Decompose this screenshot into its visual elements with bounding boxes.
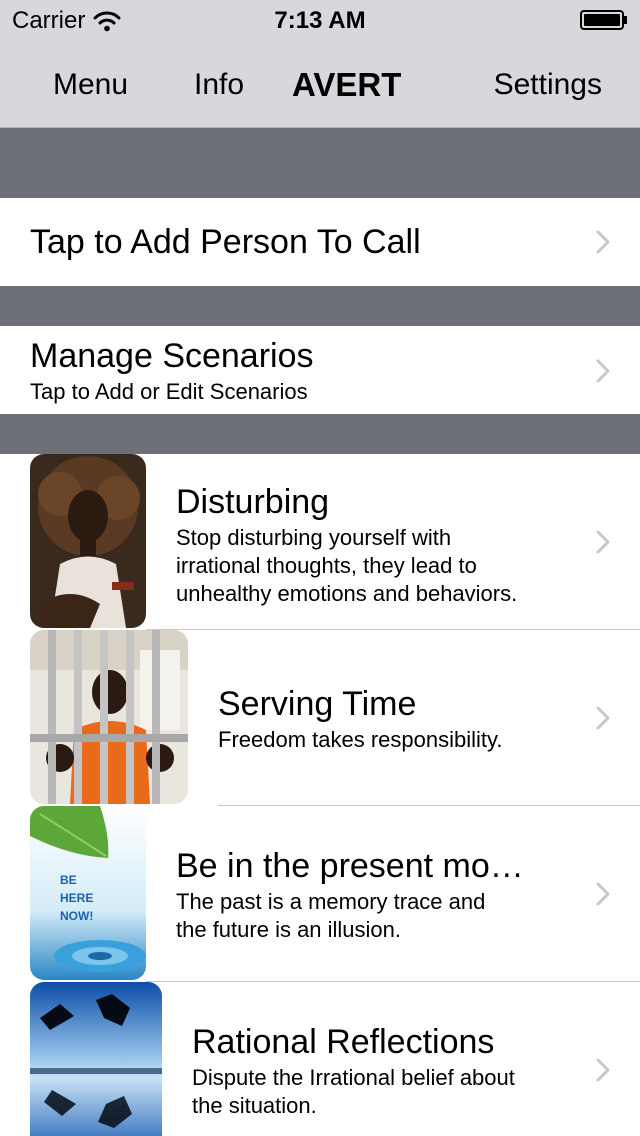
be-here-now-image-text: BE: [60, 873, 77, 887]
scenario-row-rational-reflections[interactable]: Rational Reflections Dispute the Irratio…: [0, 982, 640, 1136]
top-bar: Carrier 7:13 AM Menu Info AVERT Settings: [0, 0, 640, 128]
svg-text:HERE: HERE: [60, 891, 93, 905]
scenario-description: Stop disturbing yourself with irrational…: [176, 525, 518, 606]
scenario-title: Serving Time: [218, 685, 417, 723]
manage-scenarios-title: Manage Scenarios: [30, 337, 314, 375]
chevron-right-icon: [596, 706, 610, 730]
scenario-description: Dispute the Irrational belief about the …: [192, 1065, 515, 1118]
page-title: AVERT: [292, 66, 402, 103]
scenario-image: BE HERE NOW!: [30, 806, 146, 980]
chevron-right-icon: [596, 1058, 610, 1082]
scenario-row-serving-time[interactable]: Serving Time Freedom takes responsibilit…: [0, 630, 640, 806]
status-time: 7:13 AM: [274, 7, 366, 34]
manage-scenarios-subtitle: Tap to Add or Edit Scenarios: [30, 379, 308, 404]
scenario-title: Disturbing: [176, 483, 330, 521]
section-separator: [0, 414, 640, 454]
section-separator: [0, 128, 640, 198]
scenario-description: The past is a memory trace and the futur…: [176, 889, 486, 942]
scenario-title: Rational Reflections: [192, 1023, 495, 1061]
info-button[interactable]: Info: [194, 60, 244, 110]
scenario-title: Be in the present mo…: [176, 847, 524, 885]
scenario-image: [30, 630, 188, 804]
nav-bar: Menu Info AVERT Settings: [0, 60, 640, 110]
scenario-image: [30, 454, 146, 628]
chevron-right-icon: [596, 530, 610, 554]
manage-scenarios-cell[interactable]: Manage Scenarios Tap to Add or Edit Scen…: [0, 326, 640, 414]
scenario-row-present-moment[interactable]: BE HERE NOW! Be in the present mo… The p…: [0, 806, 640, 982]
battery-icon: [580, 10, 627, 30]
scenario-image: [30, 982, 162, 1136]
add-person-cell[interactable]: Tap to Add Person To Call: [0, 198, 640, 286]
section-separator: [0, 286, 640, 326]
chevron-right-icon: [596, 359, 610, 383]
scenario-row-disturbing[interactable]: Disturbing Stop disturbing yourself with…: [0, 454, 640, 630]
chevron-right-icon: [596, 882, 610, 906]
add-person-label: Tap to Add Person To Call: [30, 223, 421, 261]
svg-text:NOW!: NOW!: [60, 909, 93, 923]
app-screen: Carrier 7:13 AM Menu Info AVERT Settings…: [0, 0, 640, 1136]
chevron-right-icon: [596, 230, 610, 254]
scenario-description: Freedom takes responsibility.: [218, 727, 503, 752]
settings-button[interactable]: Settings: [494, 60, 602, 110]
menu-button[interactable]: Menu: [53, 60, 128, 110]
